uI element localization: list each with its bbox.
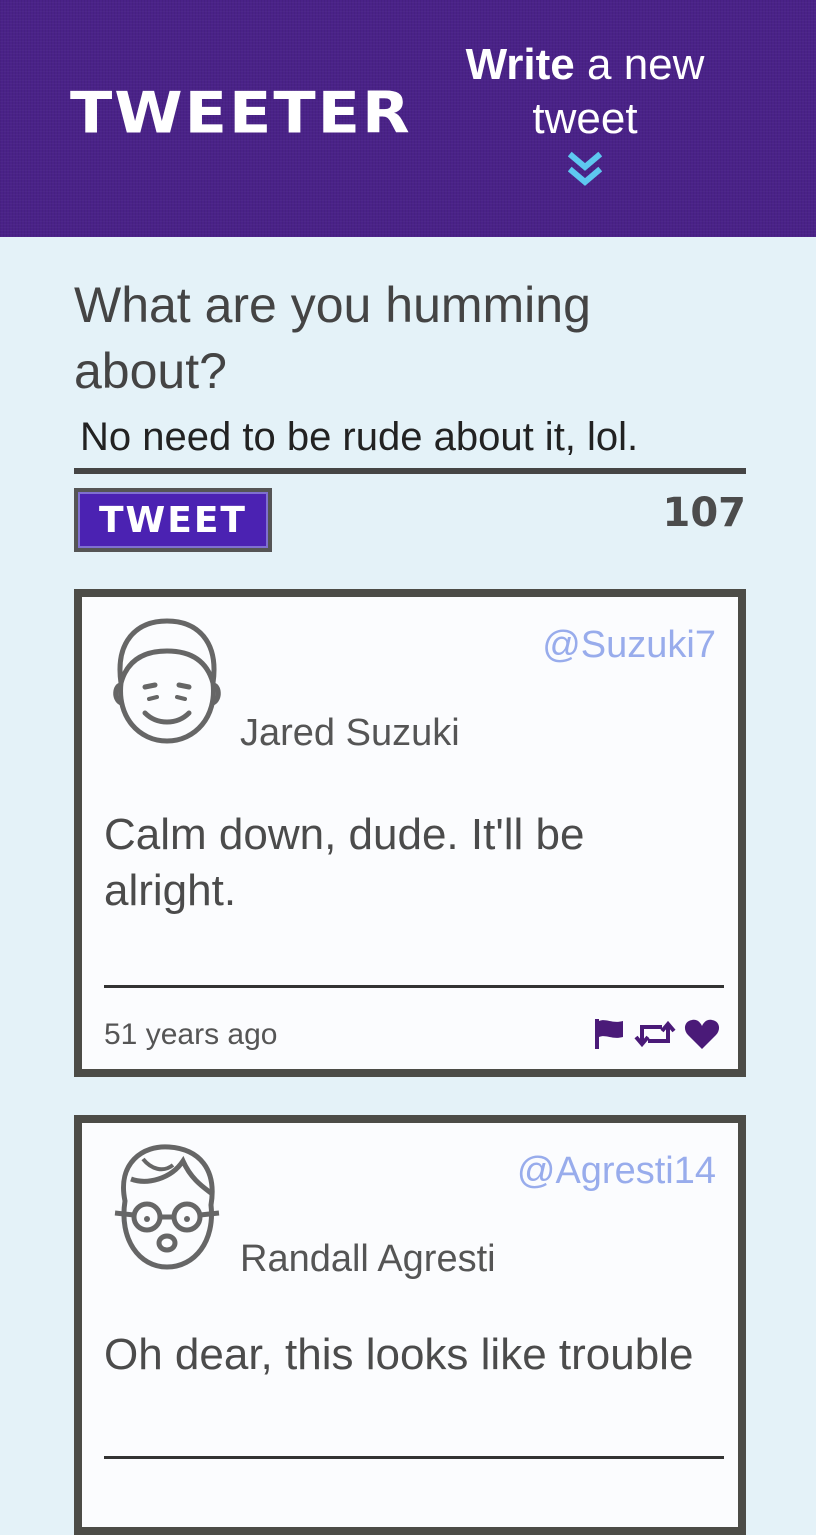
tweet-handle[interactable]: @Suzuki7 — [542, 621, 716, 669]
brand-logo: TWEETER — [70, 78, 412, 147]
new-tweet-section: What are you humming about? TWEET 107 — [74, 272, 746, 556]
top-nav: TWEETER Write a new tweet — [0, 0, 816, 237]
compose-actions: TWEET 107 — [74, 486, 746, 556]
tweet-text: Oh dear, this looks like trouble — [104, 1330, 694, 1379]
heart-icon[interactable] — [684, 1018, 720, 1050]
tweet-handle[interactable]: @Agresti14 — [517, 1147, 716, 1195]
tweet-divider — [104, 985, 724, 988]
tweet-submit-button[interactable]: TWEET — [74, 488, 272, 552]
tweet-author-name: Randall Agresti — [240, 1238, 496, 1280]
tweet-timestamp: 51 years ago — [104, 1018, 278, 1051]
tweet-text: Calm down, dude. It'll be alright. — [104, 810, 585, 915]
tweet-card: @Agresti14 Randall Agresti Oh dear, this… — [74, 1115, 746, 1535]
double-chevron-down-icon[interactable] — [568, 150, 602, 190]
tweet-text-input[interactable] — [74, 412, 746, 474]
tweet-card: @Suzuki7 Jared Suzuki Calm down, dude. I… — [74, 589, 746, 1077]
compose-toggle-strong: Write — [465, 40, 575, 89]
compose-toggle[interactable]: Write a new tweet — [450, 38, 720, 190]
glasses-face-avatar-icon — [114, 1144, 220, 1270]
retweet-icon[interactable] — [634, 1019, 676, 1049]
character-counter: 107 — [662, 490, 747, 536]
tweet-author-name: Jared Suzuki — [240, 712, 460, 754]
flag-icon[interactable] — [592, 1017, 626, 1051]
tweet-actions — [592, 1017, 720, 1051]
smiling-face-avatar-icon — [113, 618, 221, 744]
compose-prompt: What are you humming about? — [74, 277, 591, 399]
